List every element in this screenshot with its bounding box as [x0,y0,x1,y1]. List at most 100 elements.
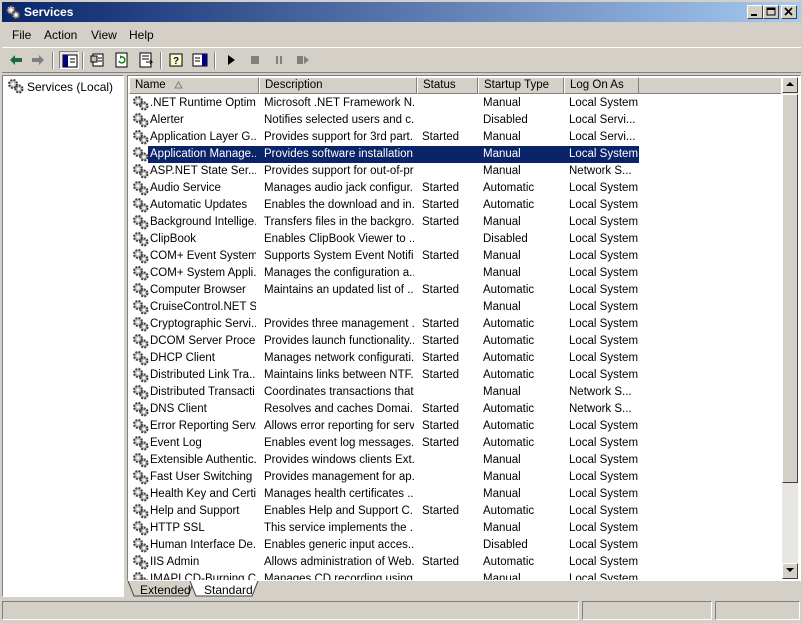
table-row[interactable]: Extensible Authentic... Provides windows … [129,452,780,469]
forward-button[interactable] [28,51,48,69]
service-status: Started [422,250,460,262]
status-panel-2 [582,601,712,620]
service-description: Allows administration of Web... [264,556,414,568]
table-row[interactable]: Automatic Updates Enables the download an… [129,197,780,214]
service-startup-type: Disabled [483,233,528,245]
service-gear-icon [133,419,149,434]
table-row[interactable]: Cryptographic Servi... Provides three man… [129,316,780,333]
refresh-button[interactable] [112,51,132,69]
service-name: Computer Browser [150,284,246,296]
scroll-up-button[interactable] [782,77,798,93]
service-description: Provides windows clients Ext... [264,454,414,466]
back-button[interactable] [6,51,26,69]
service-log-on-as: Network S... [569,386,632,398]
table-row[interactable]: Distributed Link Tra... Maintains links b… [129,367,780,384]
toolbar-separator [82,52,84,69]
minimize-button[interactable] [747,5,763,19]
services-window: Services File Action View Help ? Service… [0,0,803,623]
service-log-on-as: Local System [569,267,639,279]
table-row[interactable]: Fast User Switching ... Provides manageme… [129,469,780,486]
show-hide-action-pane-button[interactable] [190,51,210,69]
service-name: Alerter [150,114,184,126]
table-row[interactable]: Error Reporting Serv... Allows error repo… [129,418,780,435]
table-row[interactable]: Computer Browser Maintains an updated lis… [129,282,780,299]
service-description: Supports System Event Notifi... [264,250,414,262]
service-gear-icon [133,436,149,451]
service-status: Started [422,352,460,364]
table-row[interactable]: Human Interface De... Enables generic inp… [129,537,780,554]
table-row[interactable]: DNS Client Resolves and caches Domai... St… [129,401,780,418]
table-row[interactable]: COM+ Event System Supports System Event N… [129,248,780,265]
service-status: Started [422,505,460,517]
service-description: Manages CD recording using... [264,573,414,580]
properties-button[interactable] [88,51,108,69]
maximize-button[interactable] [763,5,779,19]
help-button[interactable]: ? [166,51,186,69]
export-list-button[interactable] [136,51,156,69]
title-bar[interactable]: Services [2,2,801,22]
toolbar-separator [160,52,162,69]
tab-label: Standard [204,583,253,597]
menu-action[interactable]: Action [44,28,77,42]
table-row[interactable]: COM+ System Appli... Manages the configur… [129,265,780,282]
table-row[interactable]: DHCP Client Manages network configurati..… [129,350,780,367]
table-row[interactable]: DCOM Server Proce... Provides launch func… [129,333,780,350]
column-header-log-on-as[interactable]: Log On As [564,77,639,94]
table-row[interactable]: .NET Runtime Optim... Microsoft .NET Fram… [129,95,780,112]
table-row[interactable]: Distributed Transacti... Coordinates tran… [129,384,780,401]
column-header-startup-type[interactable]: Startup Type [478,77,564,94]
service-log-on-as: Local System [569,318,639,330]
table-row[interactable]: Help and Support Enables Help and Support… [129,503,780,520]
table-row[interactable]: Alerter Notifies selected users and c... D… [129,112,780,129]
service-gear-icon [133,385,149,400]
pause-service-button[interactable] [269,51,289,69]
service-startup-type: Manual [483,216,521,228]
table-row[interactable]: Audio Service Manages audio jack configur… [129,180,780,197]
table-row[interactable]: ClipBook Enables ClipBook Viewer to ... Di… [129,231,780,248]
service-gear-icon [133,300,149,315]
table-row[interactable]: CruiseControl.NET S... Manual Local System [129,299,780,316]
tab-extended[interactable]: Extended [127,581,195,597]
table-row[interactable]: Application Manage... Provides software i… [129,146,780,163]
table-row[interactable]: IIS Admin Allows administration of Web...… [129,554,780,571]
service-startup-type: Automatic [483,182,535,194]
menu-help[interactable]: Help [129,28,154,42]
menu-view[interactable]: View [91,28,117,42]
service-name: .NET Runtime Optim... [150,97,256,109]
service-log-on-as: Local System [569,216,639,228]
service-gear-icon [133,130,149,145]
scroll-thumb[interactable] [782,94,798,483]
service-startup-type: Automatic [483,420,535,432]
column-header-name[interactable]: Name [129,77,259,94]
show-hide-tree-button[interactable] [59,51,79,69]
service-description: Provides management for ap... [264,471,414,483]
service-log-on-as: Local System [569,437,639,449]
table-row[interactable]: Background Intellige... Transfers files i… [129,214,780,231]
vertical-scrollbar[interactable] [782,77,798,579]
table-row[interactable]: Event Log Enables event log messages... St… [129,435,780,452]
tab-standard[interactable]: Standard [189,581,259,597]
service-description: Maintains an updated list of ... [264,284,414,296]
column-header-description[interactable]: Description [259,77,417,94]
service-status: Started [422,284,460,296]
restart-service-button[interactable] [293,51,313,69]
close-button[interactable] [781,5,797,19]
table-row[interactable]: Application Layer G... Provides support f… [129,129,780,146]
service-description: Manages the configuration a... [264,267,414,279]
services-list: Name Description Status Startup Type Log… [127,75,801,581]
scroll-down-button[interactable] [782,563,798,579]
table-row[interactable]: Health Key and Certi... Manages health ce… [129,486,780,503]
service-log-on-as: Local System [569,369,639,381]
start-service-button[interactable] [221,51,241,69]
stop-service-button[interactable] [245,51,265,69]
table-row[interactable]: ASP.NET State Ser... Provides support for… [129,163,780,180]
service-description: Provides software installation... [264,148,414,160]
table-row[interactable]: IMAPI CD-Burning C... Manages CD recordin… [129,571,780,580]
service-startup-type: Manual [483,488,521,500]
column-header-status[interactable]: Status [417,77,478,94]
menu-file[interactable]: File [12,28,31,42]
table-row[interactable]: HTTP SSL This service implements the ... M… [129,520,780,537]
service-log-on-as: Local System [569,301,639,313]
stop-service-icon [251,56,259,64]
service-log-on-as: Local System [569,573,639,580]
